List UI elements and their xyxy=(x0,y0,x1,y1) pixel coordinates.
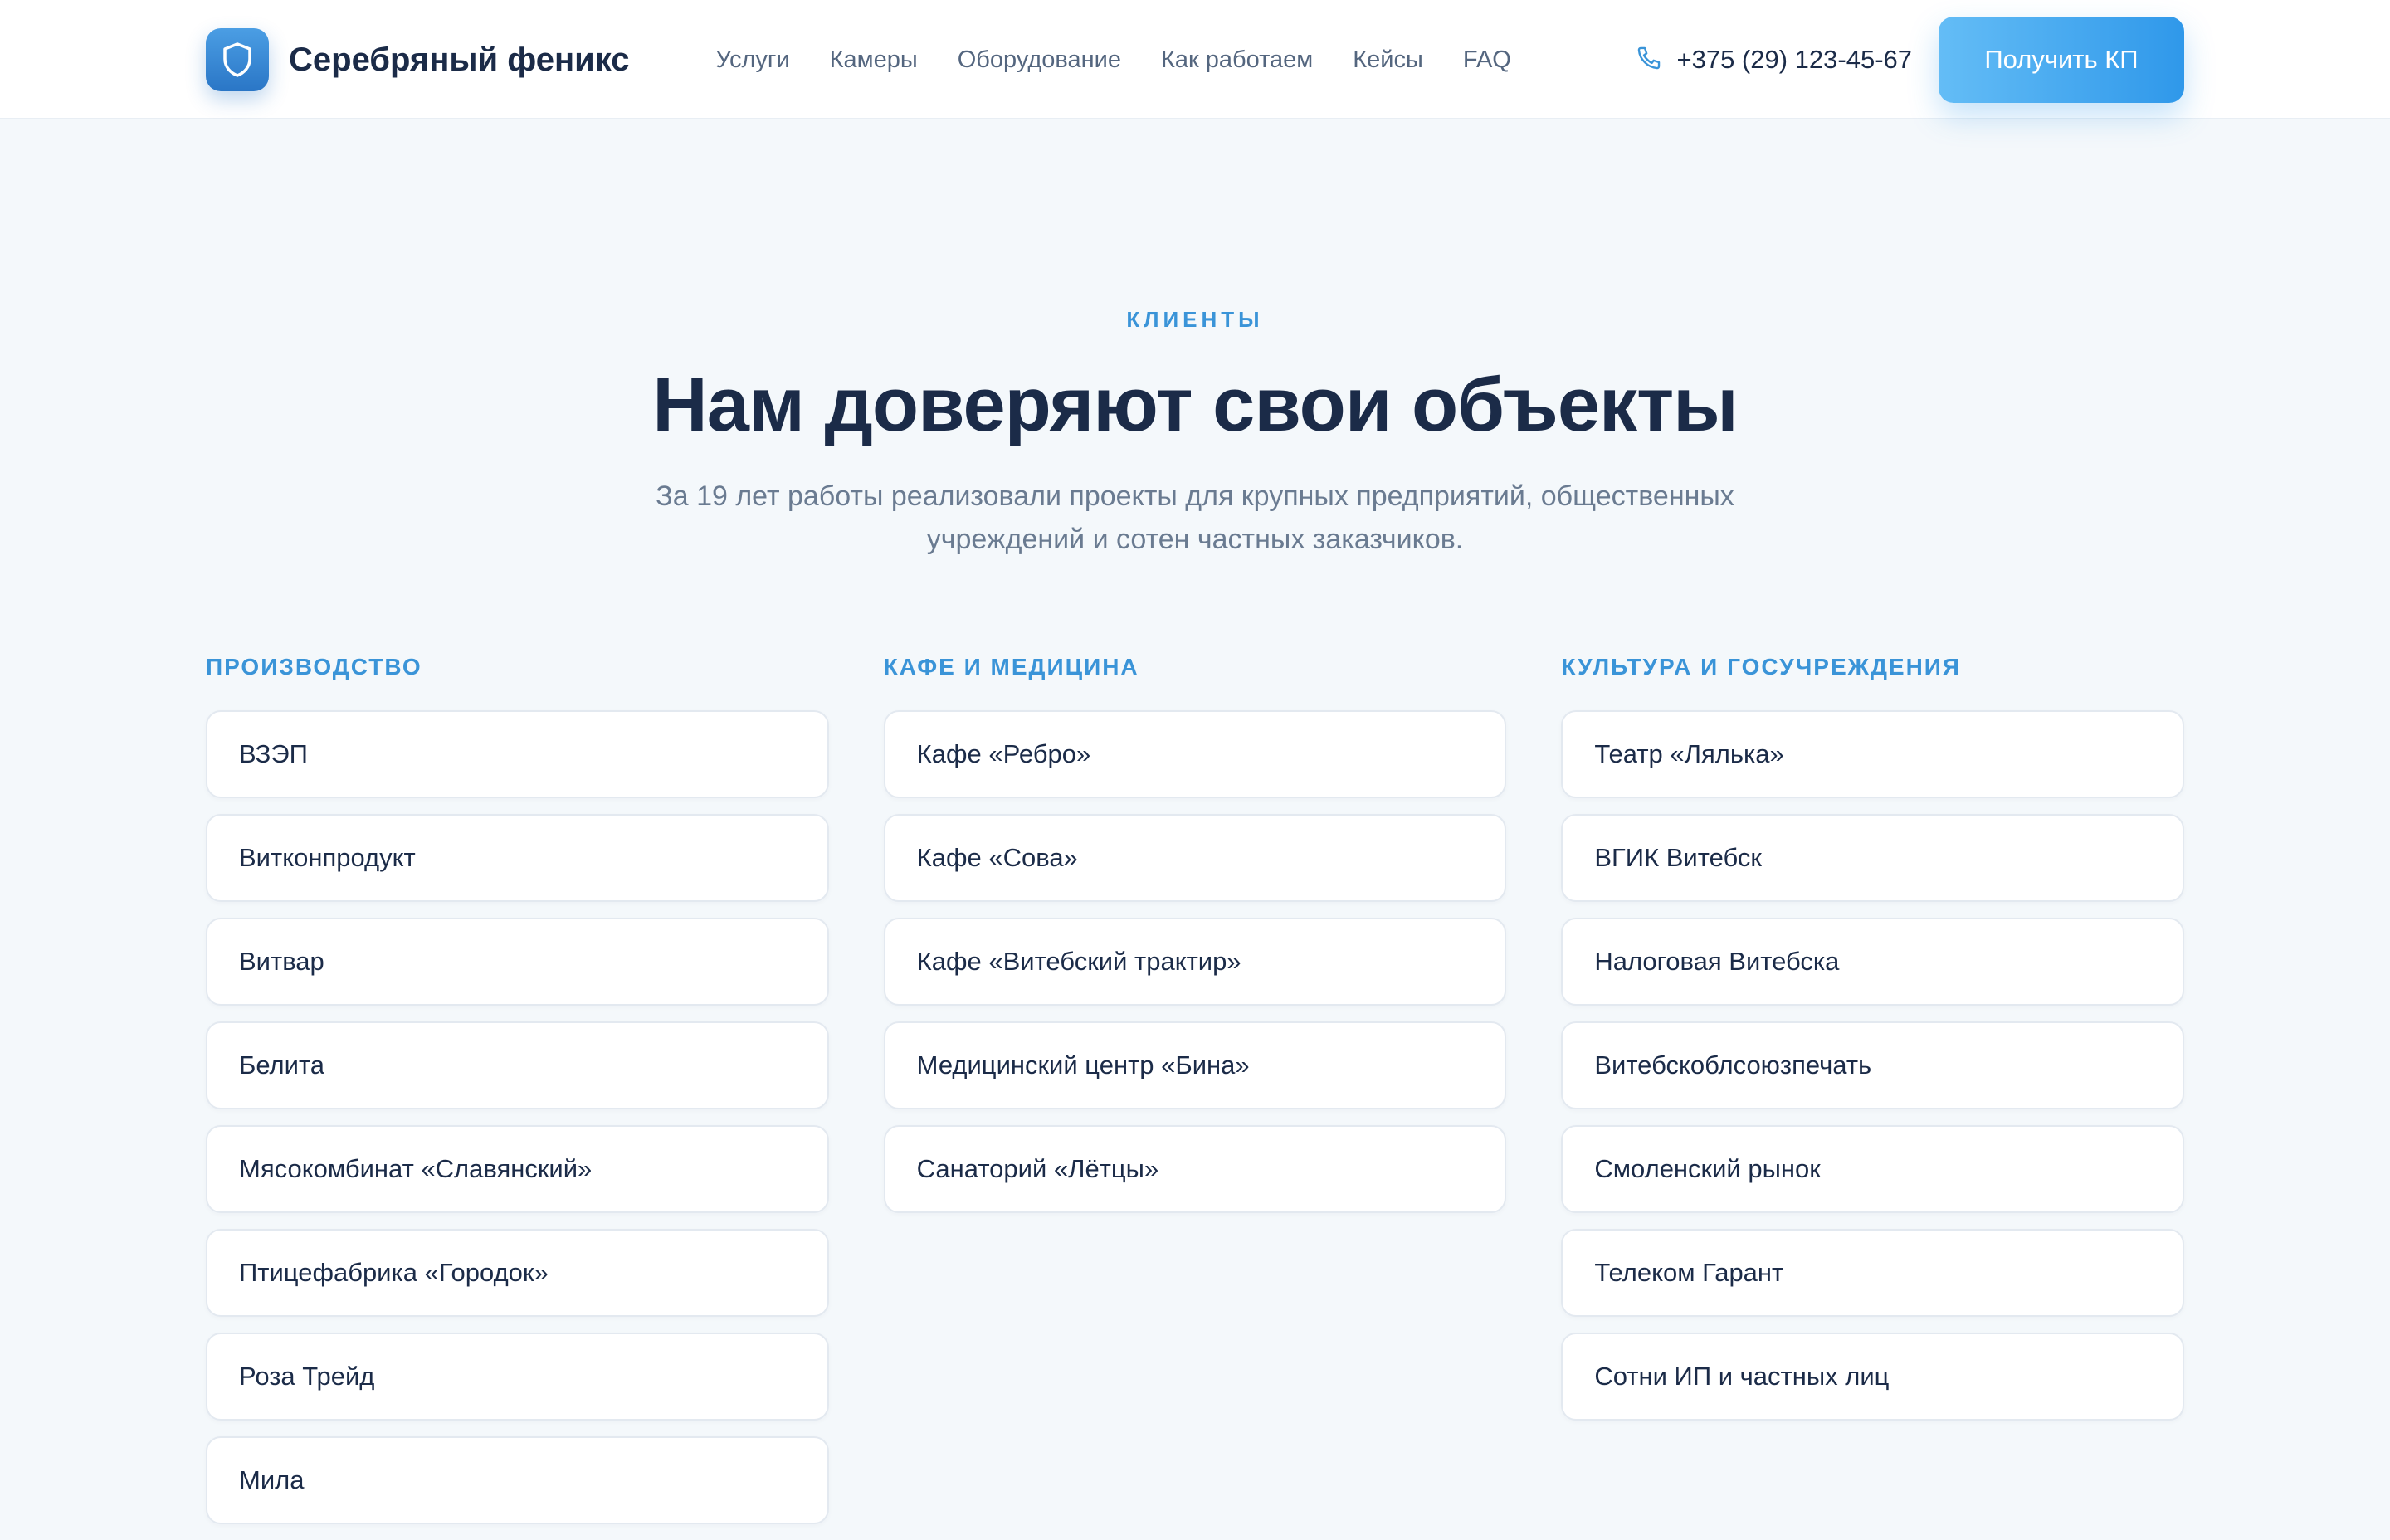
section-title: Нам доверяют свои объекты xyxy=(652,363,1738,447)
client-item: Птицефабрика «Городок» xyxy=(206,1229,829,1317)
section-subtitle: За 19 лет работы реализовали проекты для… xyxy=(656,480,1734,555)
header-inner: Серебряный феникс Услуги Камеры Оборудов… xyxy=(206,0,2184,119)
client-item: Белита xyxy=(206,1021,829,1109)
shield-icon xyxy=(206,28,269,91)
client-item: Сотни ИП и частных лиц xyxy=(1561,1333,2185,1421)
phone-icon xyxy=(1635,44,1663,76)
client-item: Мила xyxy=(206,1436,829,1524)
client-item: ВЗЭП xyxy=(206,710,829,798)
column-heading: ПРОИЗВОДСТВО xyxy=(206,654,422,680)
client-item: Мясокомбинат «Славянский» xyxy=(206,1125,829,1213)
client-item: ВГИК Витебск xyxy=(1561,814,2185,902)
client-item: Налоговая Витебска xyxy=(1561,918,2185,1006)
phone-link[interactable]: +375 (29) 123-45-67 xyxy=(1635,44,1912,76)
site-header: Серебряный феникс Услуги Камеры Оборудов… xyxy=(0,0,2390,119)
client-item: Кафе «Витебский трактир» xyxy=(883,918,1507,1006)
logo-text: Серебряный феникс xyxy=(289,41,630,78)
client-item: Витебскоблсоюзпечать xyxy=(1561,1021,2185,1109)
client-item: Смоленский рынок xyxy=(1561,1125,2185,1213)
nav-link-cameras[interactable]: Камеры xyxy=(830,46,918,74)
client-item: Медицинский центр «Бина» xyxy=(883,1021,1507,1109)
main-nav: Услуги Камеры Оборудование Как работаем … xyxy=(715,46,1510,74)
column-culture-government: КУЛЬТУРА И ГОСУЧРЕЖДЕНИЯ Театр «Лялька» … xyxy=(1561,652,2185,1540)
client-item: Телеком Гарант xyxy=(1561,1229,2185,1317)
client-item: Театр «Лялька» xyxy=(1561,710,2185,798)
column-production: ПРОИЗВОДСТВО ВЗЭП Витконпродукт Витвар Б… xyxy=(206,652,829,1540)
phone-number: +375 (29) 123-45-67 xyxy=(1676,45,1912,74)
nav-link-equipment[interactable]: Оборудование xyxy=(958,46,1121,74)
client-item: Роза Трейд xyxy=(206,1333,829,1421)
nav-link-services[interactable]: Услуги xyxy=(715,46,789,74)
column-heading: КУЛЬТУРА И ГОСУЧРЕЖДЕНИЯ xyxy=(1561,654,1962,680)
get-offer-button[interactable]: Получить КП xyxy=(1939,17,2184,103)
clients-columns: ПРОИЗВОДСТВО ВЗЭП Витконпродукт Витвар Б… xyxy=(206,652,2185,1540)
client-item: Витвар xyxy=(206,918,829,1006)
logo[interactable]: Серебряный феникс xyxy=(206,28,629,91)
nav-link-faq[interactable]: FAQ xyxy=(1463,46,1511,74)
section-eyebrow: КЛИЕНТЫ xyxy=(1126,307,1264,332)
column-heading: КАФЕ И МЕДИЦИНА xyxy=(883,654,1139,680)
client-item: Кафе «Сова» xyxy=(883,814,1507,902)
nav-link-how-we-work[interactable]: Как работаем xyxy=(1161,46,1313,74)
column-cafe-medicine: КАФЕ И МЕДИЦИНА Кафе «Ребро» Кафе «Сова»… xyxy=(883,652,1507,1540)
client-item: Санаторий «Лётцы» xyxy=(883,1125,1507,1213)
nav-link-cases[interactable]: Кейсы xyxy=(1353,46,1423,74)
client-item: Витконпродукт xyxy=(206,814,829,902)
client-item: Кафе «Ребро» xyxy=(883,710,1507,798)
